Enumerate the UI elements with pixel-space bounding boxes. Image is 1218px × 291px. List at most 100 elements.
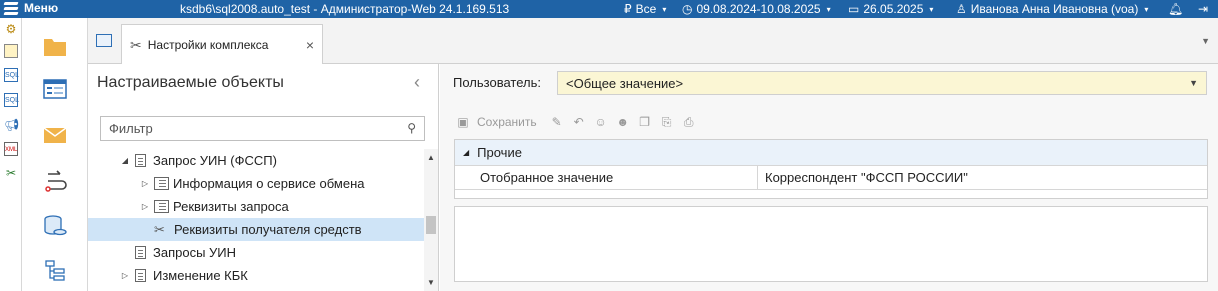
user-label: Пользователь: (453, 75, 541, 90)
property-value[interactable]: Корреспондент "ФССП РОССИИ" (758, 166, 1207, 189)
tree-item-uin-requests[interactable]: Запросы УИН (88, 241, 424, 264)
save-icon: ▣ (457, 115, 469, 129)
window-list-icon[interactable] (42, 76, 68, 102)
sql-icon-2[interactable]: SQL (4, 93, 19, 107)
chevron-down-icon: ▾ (1144, 4, 1149, 14)
tree-item-kbk-change[interactable]: ▷ Изменение КБК (88, 264, 424, 287)
tree-item-label: Реквизиты запроса (173, 199, 289, 214)
expand-arrow-icon[interactable]: ▷ (120, 271, 130, 280)
collapse-arrow-icon[interactable]: ◢ (463, 148, 469, 157)
user-select[interactable]: <Общее значение> ▼ (557, 71, 1207, 95)
clock-icon: ◷ (682, 2, 693, 16)
undo-icon[interactable]: ↶ (571, 114, 587, 130)
date-value: 26.05.2025 (863, 2, 924, 16)
report-icon[interactable] (4, 44, 18, 58)
description-box (454, 206, 1208, 282)
megaphone-icon[interactable]: 📢︎ (4, 118, 19, 132)
settings-panel: Пользователь: <Общее значение> ▼ ▣ Сохра… (440, 64, 1218, 291)
scroll-up-icon[interactable]: ▲ (427, 153, 435, 162)
period-selector[interactable]: ◷ 09.08.2024-10.08.2025 ▾ (682, 2, 831, 16)
expand-arrow-icon[interactable]: ▷ (140, 202, 150, 211)
tab-bar: ✂ Настройки комплекса × ▼ (88, 18, 1218, 65)
tabs-dropdown-icon[interactable]: ▼ (1201, 36, 1210, 46)
navigation-column (22, 18, 88, 291)
tools-icon[interactable]: ✂ (4, 166, 18, 180)
user-icon[interactable]: ☻ (615, 114, 631, 130)
scroll-down-icon[interactable]: ▼ (427, 278, 435, 287)
chevron-down-icon: ▾ (662, 4, 667, 14)
chevron-down-icon[interactable]: ▼ (1189, 78, 1198, 88)
exchange-icon[interactable] (42, 168, 68, 194)
tab-settings[interactable]: ✂ Настройки комплекса × (121, 24, 323, 65)
tree-item-uin-request-fssp[interactable]: ◢ Запрос УИН (ФССП) (88, 149, 424, 172)
menu-label: Меню (24, 1, 59, 15)
save-button[interactable]: Сохранить (477, 115, 537, 129)
export-icon[interactable]: ⎘ (659, 114, 675, 130)
eraser-icon[interactable]: ✎ (549, 114, 565, 130)
objects-panel: Настраиваемые объекты ‹ Фильтр ⚲ ◢ Запро… (88, 64, 439, 291)
ruble-icon: ₽ (624, 2, 632, 16)
bell-icon: 🔔︎ (1168, 2, 1184, 16)
tree-item-recipient-details[interactable]: ✂ Реквизиты получателя средств (88, 218, 424, 241)
tree-item-service-info[interactable]: ▷ Информация о сервисе обмена (88, 172, 424, 195)
user-select-value: <Общее значение> (566, 76, 684, 91)
menu-button[interactable]: Меню (3, 1, 59, 15)
hierarchy-icon[interactable] (42, 258, 68, 284)
title-bar: Меню ksdb6\sql2008.auto_test - Администр… (0, 0, 1218, 18)
user-name: Иванова Анна Ивановна (voa) (970, 2, 1139, 16)
calendar-icon: ▭ (848, 2, 860, 16)
window-list-icon[interactable] (96, 34, 112, 47)
tree-item-label: Изменение КБК (153, 268, 248, 283)
date-selector[interactable]: ▭ 26.05.2025 ▾ (848, 2, 933, 16)
property-row[interactable]: Отобранное значение Корреспондент "ФССП … (455, 166, 1207, 190)
tree-item-label: Информация о сервисе обмена (173, 176, 365, 191)
folder-icon[interactable] (42, 33, 68, 59)
database-icon[interactable] (42, 213, 68, 239)
quick-tools-column: ⚙ SQL SQL 📢︎ XML ✂ (0, 18, 22, 291)
filter-placeholder: Фильтр (109, 121, 153, 136)
window-title: ksdb6\sql2008.auto_test - Администратор-… (180, 2, 510, 16)
document-icon (135, 246, 146, 259)
properties-grid: ◢ Прочие Отобранное значение Корреспонде… (454, 139, 1208, 199)
import-icon[interactable]: ⎙ (681, 114, 697, 130)
scroll-thumb[interactable] (426, 216, 436, 234)
tree-item-label: Запрос УИН (ФССП) (153, 153, 277, 168)
expand-arrow-icon[interactable]: ▷ (140, 179, 150, 188)
exit-icon: ⇥ (1198, 2, 1209, 16)
collapse-panel-icon[interactable]: ‹ (414, 72, 420, 93)
sql-icon[interactable]: SQL (4, 68, 19, 82)
mail-icon[interactable] (42, 122, 68, 148)
list-icon (154, 177, 169, 190)
tree-item-label: Реквизиты получателя средств (174, 222, 362, 237)
property-name: Отобранное значение (455, 166, 758, 189)
document-icon (135, 269, 146, 282)
chevron-down-icon: ▾ (929, 4, 934, 14)
budget-filter-value: Все (635, 2, 657, 16)
close-icon[interactable]: × (306, 37, 314, 53)
xml-icon[interactable]: XML (4, 142, 18, 156)
tree-scrollbar[interactable]: ▲ ▼ (424, 149, 438, 291)
tree-item-label: Запросы УИН (153, 245, 237, 260)
filter-input[interactable]: Фильтр ⚲ (100, 116, 425, 141)
property-group-label: Прочие (477, 145, 522, 160)
users-icon[interactable]: ☺ (593, 114, 609, 130)
copy-icon[interactable]: ❐ (637, 114, 653, 130)
search-icon[interactable]: ⚲ (407, 121, 416, 135)
list-icon (154, 200, 169, 213)
panel-title: Настраиваемые объекты (97, 74, 284, 91)
wrench-person-icon[interactable]: ⚙ (4, 22, 18, 36)
tab-label: Настройки комплекса (147, 38, 269, 52)
document-icon (135, 154, 146, 167)
tree-item-request-details[interactable]: ▷ Реквизиты запроса (88, 195, 424, 218)
menu-stack-icon (3, 1, 19, 15)
budget-filter[interactable]: ₽ Все ▾ (624, 2, 666, 16)
property-group[interactable]: ◢ Прочие (455, 140, 1207, 166)
tools-icon: ✂ (130, 36, 142, 53)
user-menu[interactable]: ♙ Иванова Анна Ивановна (voa) ▾ (956, 2, 1148, 16)
settings-toolbar: ▣ Сохранить ✎ ↶ ☺ ☻ ❐ ⎘ ⎙ (455, 112, 697, 132)
exit-button[interactable]: ⇥ (1198, 2, 1208, 16)
collapse-arrow-icon[interactable]: ◢ (120, 156, 130, 165)
notifications-button[interactable]: 🔔︎ (1168, 2, 1183, 16)
chevron-down-icon: ▾ (826, 4, 831, 14)
period-value: 09.08.2024-10.08.2025 (696, 2, 821, 16)
